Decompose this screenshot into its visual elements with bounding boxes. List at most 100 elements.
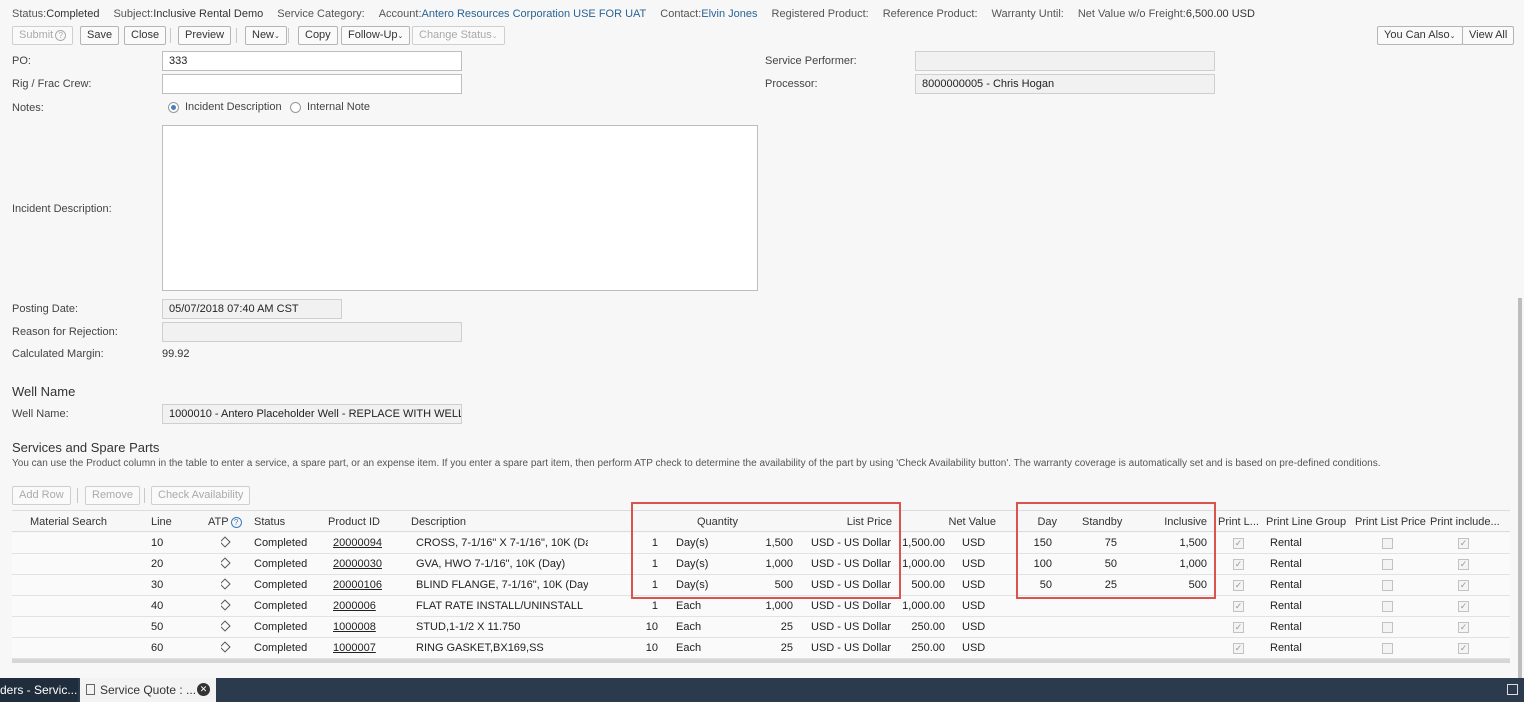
column-header-status[interactable]: Status — [254, 511, 314, 533]
column-header-print-line[interactable]: Print L... — [1218, 511, 1262, 533]
follow-up-button[interactable]: Follow-Up⌄ — [341, 26, 411, 45]
column-header-description[interactable]: Description — [411, 511, 511, 533]
product-id-link[interactable]: 20000030 — [333, 554, 403, 575]
standby-cell — [1077, 617, 1117, 638]
column-header-print-line-group[interactable]: Print Line Group — [1266, 511, 1351, 533]
column-header-quantity[interactable]: Quantity — [697, 511, 757, 533]
horizontal-scrollbar[interactable] — [12, 659, 1510, 663]
registered-product-label: Registered Product: — [771, 8, 869, 20]
dropdown-arrow-icon: ⌄ — [1449, 33, 1456, 40]
po-input[interactable]: 333 — [162, 51, 462, 71]
print-include-checkbox[interactable]: ✓ — [1458, 643, 1469, 654]
product-id-link[interactable]: 1000008 — [333, 617, 403, 638]
submit-button[interactable]: Submit? — [12, 26, 74, 45]
atp-diamond-icon[interactable] — [221, 554, 235, 575]
net-currency-cell: USD — [962, 537, 986, 549]
column-header-print-list-price[interactable]: Print List Price — [1355, 511, 1435, 533]
save-button[interactable]: Save — [80, 26, 120, 45]
print-line-checkbox[interactable]: ✓ — [1233, 601, 1244, 612]
print-list-price-checkbox[interactable] — [1382, 643, 1393, 654]
column-header-material-search[interactable]: Material Search — [30, 511, 130, 533]
print-list-price-checkbox[interactable] — [1382, 622, 1393, 633]
print-list-price-checkbox[interactable] — [1382, 601, 1393, 612]
day-cell: 150 — [1033, 537, 1052, 549]
registered-product-field: Registered Product: — [772, 8, 869, 20]
reason-for-rejection-field — [162, 322, 462, 342]
print-line-checkbox[interactable]: ✓ — [1233, 538, 1244, 549]
add-row-button[interactable]: Add Row — [12, 486, 71, 505]
incident-description-textarea[interactable] — [162, 125, 758, 291]
restore-window-icon[interactable] — [1507, 684, 1518, 695]
toolbar-divider — [236, 28, 237, 43]
change-status-label: Change Status — [419, 29, 492, 41]
currency-cell: USD - US Dollar — [811, 621, 891, 633]
product-id-link[interactable]: 1000007 — [333, 638, 403, 659]
day-cell — [1017, 638, 1052, 659]
column-header-print-include[interactable]: Print include... — [1430, 511, 1508, 533]
service-performer-label: Service Performer: — [765, 55, 857, 67]
column-header-inclusive[interactable]: Inclusive — [1147, 511, 1207, 533]
column-header-list-price[interactable]: List Price — [812, 511, 892, 533]
product-id-link[interactable]: 2000006 — [333, 596, 403, 617]
atp-diamond-icon[interactable] — [221, 638, 235, 659]
print-include-checkbox[interactable]: ✓ — [1458, 601, 1469, 612]
print-include-checkbox[interactable]: ✓ — [1458, 580, 1469, 591]
warranty-until-label: Warranty Until: — [991, 8, 1064, 20]
you-can-also-button[interactable]: You Can Also⌄ — [1377, 26, 1463, 45]
product-id-link[interactable]: 20000106 — [333, 575, 403, 596]
copy-button[interactable]: Copy — [298, 26, 338, 45]
help-icon[interactable]: ? — [230, 517, 242, 528]
new-button[interactable]: New⌄ — [245, 26, 287, 45]
close-button[interactable]: Close — [124, 26, 167, 45]
print-list-price-checkbox[interactable] — [1382, 559, 1393, 570]
internal-note-radio[interactable]: Internal Note — [290, 101, 370, 113]
print-include-checkbox[interactable]: ✓ — [1458, 538, 1469, 549]
atp-header-label: ATP — [208, 516, 229, 528]
atp-diamond-icon[interactable] — [221, 596, 235, 617]
calculated-margin-label: Calculated Margin: — [12, 348, 104, 360]
table-row[interactable]: 40 Completed 2000006 FLAT RATE INSTALL/UNIN… — [12, 596, 1510, 617]
print-include-checkbox[interactable]: ✓ — [1458, 559, 1469, 570]
print-include-checkbox[interactable]: ✓ — [1458, 622, 1469, 633]
column-header-line[interactable]: Line — [151, 511, 191, 533]
print-line-checkbox[interactable]: ✓ — [1233, 580, 1244, 591]
incident-description-radio[interactable]: Incident Description — [168, 101, 282, 113]
taskbar-tab-service-quote[interactable]: Service Quote : ... ✕ — [80, 678, 216, 702]
print-list-price-checkbox[interactable] — [1382, 538, 1393, 549]
list-price-cell: 1,000 — [765, 558, 793, 570]
inclusive-cell — [1147, 617, 1207, 638]
column-header-net-value[interactable]: Net Value — [916, 511, 997, 533]
account-link[interactable]: Antero Resources Corporation USE FOR UAT — [422, 8, 647, 20]
product-id-link[interactable]: 20000094 — [333, 533, 403, 554]
table-row[interactable]: 10 Completed 20000094 CROSS, 7-1/16" X 7-1/… — [12, 533, 1510, 554]
print-line-checkbox[interactable]: ✓ — [1233, 643, 1244, 654]
vertical-scrollbar[interactable] — [1518, 298, 1522, 678]
column-header-atp[interactable]: ATP? — [208, 511, 248, 533]
column-header-day[interactable]: Day — [1017, 511, 1057, 533]
column-header-product-id[interactable]: Product ID — [328, 511, 398, 533]
net-value-label: Net Value w/o Freight: — [1077, 8, 1186, 20]
print-list-price-checkbox[interactable] — [1382, 580, 1393, 591]
close-icon[interactable]: ✕ — [197, 683, 210, 696]
net-value: 6,500.00 USD — [1185, 8, 1255, 20]
remove-button[interactable]: Remove — [85, 486, 140, 505]
change-status-button[interactable]: Change Status⌄ — [412, 26, 505, 45]
table-row[interactable]: 20 Completed 20000030 GVA, HWO 7-1/16", 10K… — [12, 554, 1510, 575]
print-line-checkbox[interactable]: ✓ — [1233, 622, 1244, 633]
preview-button[interactable]: Preview — [178, 26, 232, 45]
view-all-button[interactable]: View All — [1462, 26, 1515, 45]
quantity-cell: 1 — [651, 579, 658, 591]
table-row[interactable]: 50 Completed 1000008 STUD,1-1/2 X 11.750 10 E… — [12, 617, 1510, 638]
taskbar-tab-orders[interactable]: ders - Servic... — [0, 678, 78, 702]
rig-frac-crew-input[interactable] — [162, 74, 462, 94]
column-header-standby[interactable]: Standby — [1082, 511, 1142, 533]
follow-up-label: Follow-Up — [348, 29, 398, 41]
atp-diamond-icon[interactable] — [221, 575, 235, 596]
check-availability-button[interactable]: Check Availability — [151, 486, 251, 505]
atp-diamond-icon[interactable] — [221, 533, 235, 554]
table-row[interactable]: 60 Completed 1000007 RING GASKET,BX169,SS 10… — [12, 638, 1510, 659]
atp-diamond-icon[interactable] — [221, 617, 235, 638]
contact-link[interactable]: Elvin Jones — [701, 8, 757, 20]
table-row[interactable]: 30 Completed 20000106 BLIND FLANGE, 7-1/16"… — [12, 575, 1510, 596]
print-line-checkbox[interactable]: ✓ — [1233, 559, 1244, 570]
